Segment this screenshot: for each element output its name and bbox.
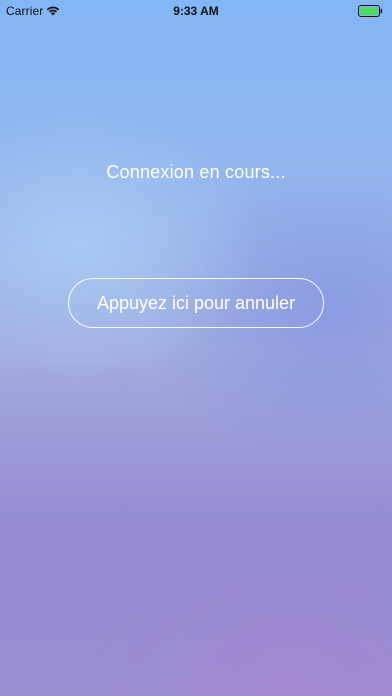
cancel-button[interactable]: Appuyez ici pour annuler — [68, 278, 324, 328]
battery-icon — [358, 5, 383, 17]
connecting-status-text: Connexion en cours... — [106, 162, 286, 182]
status-time: 9:33 AM — [173, 4, 219, 18]
cancel-button-label: Appuyez ici pour annuler — [96, 292, 296, 313]
status-bar: Carrier 9:33 AM — [0, 0, 392, 22]
connecting-screen: Carrier 9:33 AM Connexion en cours... Ap… — [0, 0, 392, 696]
